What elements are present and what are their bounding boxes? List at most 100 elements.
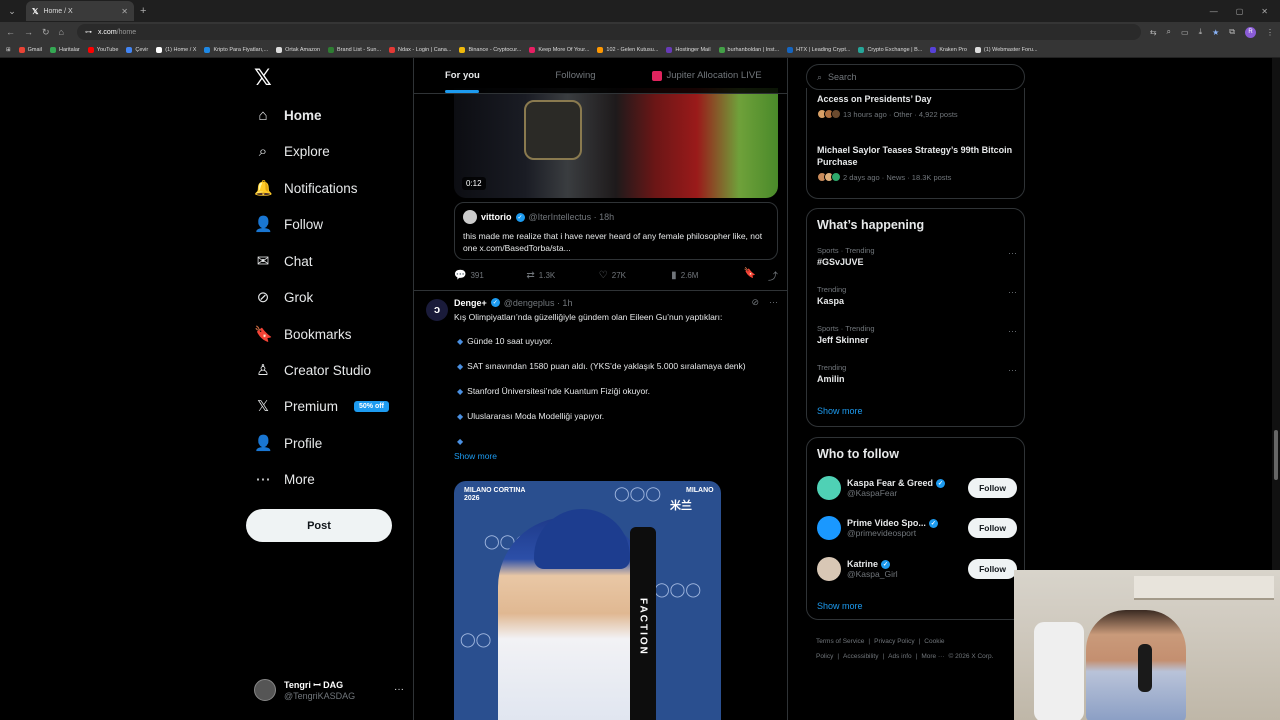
- forward-icon[interactable]: →: [24, 27, 33, 37]
- bookmark-item[interactable]: Keep More Of Your...: [529, 46, 589, 53]
- trend-item[interactable]: Sports · Trending #GSvJUVE ···: [817, 246, 1017, 267]
- download-icon[interactable]: ⤓: [1199, 27, 1203, 37]
- scrollbar-thumb[interactable]: [1274, 430, 1278, 480]
- tab-close-icon[interactable]: ✕: [121, 7, 128, 16]
- follow-suggestion[interactable]: Kaspa Fear & Greed ✓ @KaspaFear Follow: [817, 476, 1017, 500]
- user-avatar[interactable]: [817, 516, 841, 540]
- footer-link[interactable]: Privacy Policy: [874, 638, 914, 645]
- grok-icon[interactable]: ⊘: [751, 297, 759, 308]
- zoom-icon[interactable]: ⌕: [1167, 27, 1171, 37]
- author-avatar[interactable]: ɔ: [426, 299, 448, 321]
- trend-more-icon[interactable]: ···: [1008, 326, 1017, 336]
- news-item[interactable]: Michael Saylor Teases Strategy’s 99th Bi…: [817, 144, 1015, 182]
- bookmark-item[interactable]: Gmail: [18, 46, 42, 53]
- bookmark-item[interactable]: HTX | Leading Crypt...: [787, 46, 850, 53]
- tab-for-you[interactable]: For you: [414, 58, 524, 93]
- post-button[interactable]: Post: [246, 509, 392, 542]
- cast-icon[interactable]: ▭: [1181, 28, 1189, 37]
- author-handle[interactable]: @dengeplus · 1h: [504, 298, 573, 308]
- trend-item[interactable]: Sports · Trending Jeff Skinner ···: [817, 324, 1017, 345]
- translate-icon[interactable]: ⇆: [1150, 28, 1157, 37]
- nav-item-creator-studio[interactable]: ♙ Creator Studio: [254, 356, 371, 384]
- bookmark-item[interactable]: Crypto Exchange | B...: [858, 46, 922, 53]
- footer-link[interactable]: Terms of Service: [816, 638, 864, 645]
- nav-item-home[interactable]: ⌂ Home: [254, 101, 321, 129]
- footer-link[interactable]: © 2026 X Corp.: [948, 653, 993, 660]
- bookmark-item[interactable]: Kripto Para Fiyatları,...: [204, 46, 268, 53]
- url-field[interactable]: ⊶ x.com/home: [76, 24, 1141, 40]
- back-icon[interactable]: ←: [6, 27, 15, 37]
- trend-more-icon[interactable]: ···: [1008, 248, 1017, 258]
- user-avatar[interactable]: [817, 557, 841, 581]
- follow-suggestion[interactable]: Katrine ✓ @Kaspa_Girl Follow: [817, 557, 1017, 581]
- tab-jupiter-live[interactable]: Jupiter Allocation LIVE: [627, 58, 787, 93]
- profile-avatar[interactable]: R: [1245, 26, 1256, 38]
- trend-item[interactable]: Trending Kaspa ···: [817, 285, 1017, 306]
- browser-menu-icon[interactable]: ⋮: [1266, 28, 1274, 37]
- bookmark-icon[interactable]: 🔖: [744, 268, 756, 283]
- maximize-icon[interactable]: ▢: [1236, 7, 1244, 16]
- news-item[interactable]: Access on Presidents’ Day 13 hours ago · …: [817, 93, 1015, 119]
- window-close-icon[interactable]: ✕: [1261, 7, 1268, 16]
- bookmark-item[interactable]: (1) Home / X: [156, 46, 196, 53]
- video-player[interactable]: 0:12: [454, 88, 778, 198]
- browser-tab[interactable]: 𝕏 Home / X ✕: [26, 1, 134, 21]
- bookmark-item[interactable]: Binance - Cryptocur...: [459, 46, 521, 53]
- bookmark-item[interactable]: Haritalar: [49, 46, 80, 53]
- nav-item-more[interactable]: ⋯ More: [254, 465, 315, 493]
- x-logo-icon[interactable]: 𝕏: [254, 66, 272, 91]
- follow-button[interactable]: Follow: [968, 478, 1017, 498]
- reload-icon[interactable]: ↻: [42, 27, 50, 38]
- bookmark-item[interactable]: (1) Webmaster Foru...: [974, 46, 1038, 53]
- footer-link[interactable]: Accessibility: [843, 653, 878, 660]
- apps-grid-icon[interactable]: ⊞: [6, 47, 11, 53]
- follow-show-more[interactable]: Show more: [817, 601, 863, 611]
- repost-button[interactable]: ⇄ 1.3K: [526, 270, 598, 281]
- account-switcher[interactable]: Tengri ꟷ DAG @TengriKASDAG ···: [254, 678, 404, 701]
- author-name[interactable]: Denge+: [454, 298, 487, 308]
- bookmark-item[interactable]: YouTube: [87, 46, 118, 53]
- nav-item-follow[interactable]: 👤 Follow: [254, 210, 323, 238]
- bookmark-item[interactable]: Ortak Amazon: [276, 46, 320, 53]
- nav-item-chat[interactable]: ✉ Chat: [254, 247, 313, 275]
- trends-show-more[interactable]: Show more: [817, 406, 863, 416]
- home-browser-icon[interactable]: ⌂: [59, 27, 64, 37]
- extensions-icon[interactable]: ⧉: [1229, 27, 1235, 37]
- follow-suggestion[interactable]: Prime Video Spo... ✓ @primevideosport Follo…: [817, 516, 1017, 540]
- bookmark-item[interactable]: 102 - Gelen Kutusu...: [597, 46, 658, 53]
- bookmark-item[interactable]: burhanboldan | Inst...: [718, 46, 779, 53]
- bookmark-item[interactable]: Hostinger Mail: [666, 46, 711, 53]
- site-info-icon[interactable]: ⊶: [85, 28, 92, 36]
- footer-link[interactable]: Ads info: [888, 653, 912, 660]
- footer-link[interactable]: More ···: [921, 653, 944, 660]
- trend-item[interactable]: Trending Amilin ···: [817, 363, 1017, 384]
- nav-item-premium[interactable]: 𝕏 Premium 50% off: [254, 392, 389, 420]
- nav-item-notifications[interactable]: 🔔 Notifications: [254, 174, 358, 202]
- tab-following[interactable]: Following: [524, 58, 627, 93]
- show-more-link[interactable]: Show more: [454, 450, 772, 462]
- follow-button[interactable]: Follow: [968, 559, 1017, 579]
- share-icon[interactable]: ⤴: [768, 268, 778, 283]
- minimize-icon[interactable]: —: [1210, 7, 1218, 16]
- account-more-icon[interactable]: ···: [394, 684, 404, 695]
- bookmark-item[interactable]: Kraken Pro: [930, 46, 967, 53]
- new-tab-icon[interactable]: +: [140, 5, 146, 17]
- bookmark-item[interactable]: Brand List - Sun...: [328, 46, 381, 53]
- follow-button[interactable]: Follow: [968, 518, 1017, 538]
- post-photo[interactable]: MILANO CORTINA 2026 MILANO 米兰 ◯◯◯ ◯◯◯ ◯◯…: [454, 481, 721, 720]
- views-button[interactable]: ▮ 2.6M: [671, 270, 743, 281]
- post-more-icon[interactable]: ···: [769, 297, 778, 308]
- like-button[interactable]: ♡ 27K: [599, 270, 671, 281]
- quoted-post[interactable]: vittorio ✓ @IterIntellectus · 18h this m…: [454, 202, 778, 260]
- nav-item-profile[interactable]: 👤 Profile: [254, 429, 322, 457]
- user-avatar[interactable]: [817, 476, 841, 500]
- trend-more-icon[interactable]: ···: [1008, 287, 1017, 297]
- nav-item-grok[interactable]: ⊘ Grok: [254, 283, 314, 311]
- bookmark-star-icon[interactable]: ★: [1212, 28, 1219, 37]
- nav-item-bookmarks[interactable]: 🔖 Bookmarks: [254, 320, 352, 348]
- nav-item-explore[interactable]: ⌕ Explore: [254, 137, 330, 165]
- trend-more-icon[interactable]: ···: [1008, 365, 1017, 375]
- bookmark-item[interactable]: Çevir: [126, 46, 148, 53]
- tab-search-icon[interactable]: ⌄: [2, 1, 22, 21]
- bookmark-item[interactable]: Ndax - Login | Cana...: [389, 46, 451, 53]
